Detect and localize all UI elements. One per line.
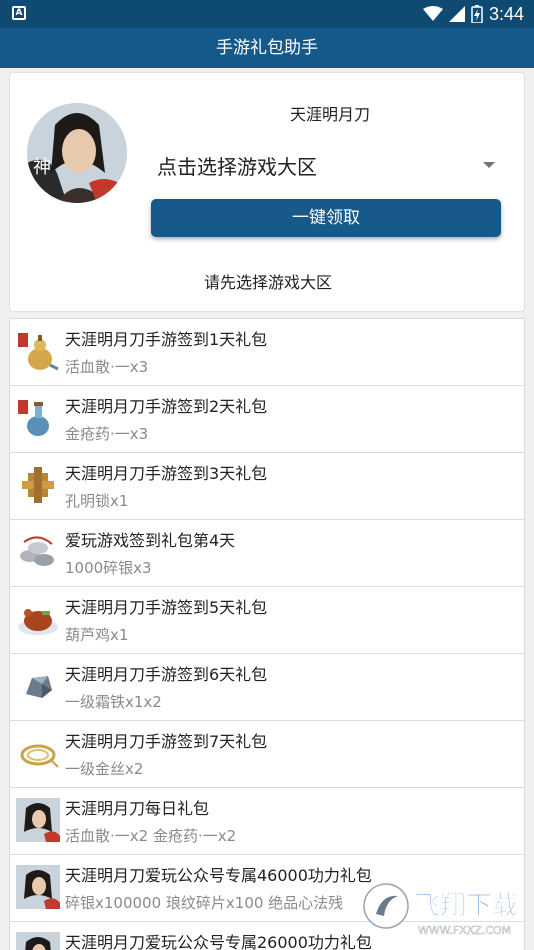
- game-avatar: 神: [27, 103, 127, 203]
- watermark-logo: 飞翔下载 WWW.FXXZ.COM: [363, 883, 518, 937]
- roast-chicken-icon: [18, 609, 58, 635]
- gift-title: 天涯明月刀手游签到5天礼包: [65, 598, 268, 617]
- gift-item[interactable]: 爱玩游戏签到礼包第4天 1000碎银x3: [9, 519, 525, 586]
- gift-item[interactable]: 天涯明月刀手游签到5天礼包 葫芦鸡x1: [9, 586, 525, 653]
- status-bar: A 3:44: [0, 0, 534, 28]
- clock: 3:44: [488, 3, 524, 24]
- blue-potion-icon: [18, 400, 49, 436]
- game-name: 天涯明月刀: [289, 105, 370, 124]
- claim-all-button[interactable]: 一键领取: [151, 199, 501, 237]
- gift-title: 天涯明月刀手游签到1天礼包: [65, 330, 268, 349]
- dropdown-caret-icon: [483, 162, 495, 168]
- gift-item[interactable]: 天涯明月刀手游签到7天礼包 一级金丝x2: [9, 720, 525, 787]
- wifi-icon: [422, 6, 443, 21]
- gift-items: 活血散·一x3: [65, 358, 149, 376]
- gift-items: 1000碎银x3: [65, 559, 152, 577]
- watermark-text: 飞翔下载: [414, 891, 518, 921]
- iron-ore-icon: [26, 676, 52, 698]
- game-header-card: 神 天涯明月刀 点击选择游戏大区 一键领取 请先选择游戏大区: [9, 72, 525, 312]
- gift-title: 天涯明月刀每日礼包: [65, 799, 210, 818]
- app-bar: 手游礼包助手: [0, 28, 534, 68]
- region-select[interactable]: 点击选择游戏大区: [155, 145, 505, 185]
- battery-icon: [471, 5, 483, 23]
- gift-title: 天涯明月刀爱玩公众号专属26000功力礼包: [65, 933, 372, 950]
- gift-title: 天涯明月刀手游签到2天礼包: [65, 397, 268, 416]
- gift-title: 天涯明月刀手游签到7天礼包: [65, 732, 268, 751]
- gift-item[interactable]: 天涯明月刀每日礼包 活血散·一x2 金疮药·一x2: [9, 787, 525, 854]
- region-hint: 请先选择游戏大区: [203, 273, 332, 292]
- silver-coins-icon: [20, 536, 54, 566]
- notification-icon: A: [12, 6, 26, 20]
- game-avatar-icon: [16, 865, 60, 909]
- gold-thread-icon: [20, 744, 59, 768]
- gourd-potion-icon: [18, 333, 59, 371]
- gift-list: 天涯明月刀手游签到1天礼包 活血散·一x3 天涯明月刀手游签到2天礼包 金疮药·…: [9, 318, 525, 950]
- game-avatar-icon: [16, 798, 60, 842]
- gift-title: 爱玩游戏签到礼包第4天: [65, 531, 236, 550]
- app-title: 手游礼包助手: [216, 38, 318, 58]
- gift-items: 活血散·一x2 金疮药·一x2: [65, 827, 237, 845]
- svg-text:神: 神: [33, 157, 51, 178]
- game-avatar-icon: [16, 932, 60, 950]
- gift-items: 孔明锁x1: [65, 492, 129, 510]
- gift-title: 天涯明月刀爱玩公众号专属46000功力礼包: [65, 866, 372, 885]
- gift-item[interactable]: 天涯明月刀手游签到6天礼包 一级霜铁x1x2: [9, 653, 525, 720]
- gift-title: 天涯明月刀手游签到3天礼包: [65, 464, 268, 483]
- gift-item[interactable]: 天涯明月刀手游签到3天礼包 孔明锁x1: [9, 452, 525, 519]
- gift-items: 一级金丝x2: [65, 760, 144, 778]
- gift-items: 一级霜铁x1x2: [65, 693, 162, 711]
- watermark-url: WWW.FXXZ.COM: [418, 924, 511, 937]
- puzzle-lock-icon: [22, 467, 54, 503]
- gift-items: 金疮药·一x3: [65, 425, 149, 443]
- signal-icon: [448, 6, 465, 22]
- gift-items: 葫芦鸡x1: [65, 626, 129, 644]
- gift-item[interactable]: 天涯明月刀手游签到1天礼包 活血散·一x3: [9, 318, 525, 385]
- region-select-label: 点击选择游戏大区: [157, 154, 317, 179]
- gift-items: 碎银x100000 琅纹碎片x100 绝品心法残: [65, 894, 344, 912]
- gift-item[interactable]: 天涯明月刀手游签到2天礼包 金疮药·一x3: [9, 385, 525, 452]
- gift-title: 天涯明月刀手游签到6天礼包: [65, 665, 268, 684]
